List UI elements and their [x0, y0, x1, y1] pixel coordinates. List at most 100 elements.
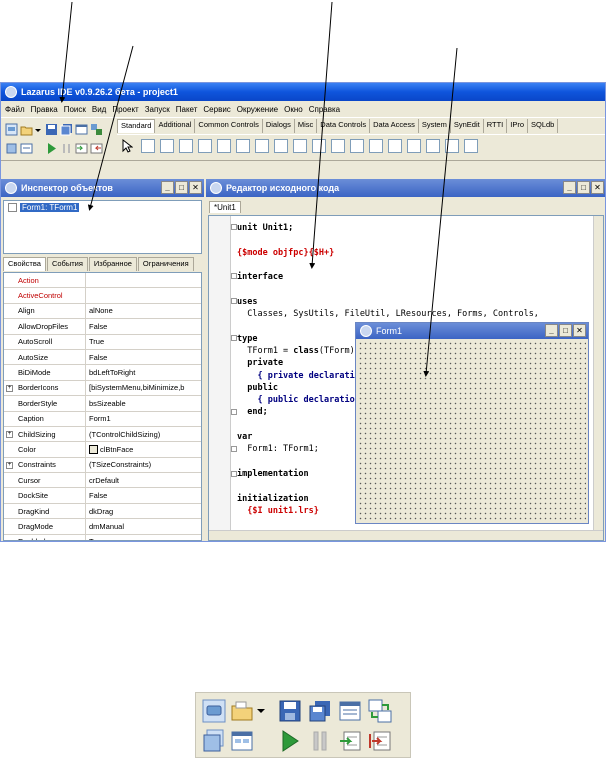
view-units-icon[interactable]: [202, 729, 226, 753]
menu-window[interactable]: Окно: [284, 105, 303, 114]
open-folder-icon[interactable]: [230, 699, 254, 723]
expand-icon[interactable]: +: [6, 461, 13, 469]
minimize-icon[interactable]: _: [161, 181, 174, 194]
property-value[interactable]: False: [86, 491, 201, 500]
tab-favorites[interactable]: Избранное: [88, 257, 137, 271]
fold-marker-icon[interactable]: [231, 273, 237, 279]
fold-marker-icon[interactable]: [231, 471, 237, 477]
expand-icon[interactable]: +: [6, 384, 13, 392]
menu-tools[interactable]: Сервис: [203, 105, 230, 114]
property-value[interactable]: alNone: [86, 306, 201, 315]
check-group-component-icon[interactable]: [407, 138, 421, 153]
menu-project[interactable]: Проект: [112, 105, 138, 114]
property-row[interactable]: EnabledTrue: [4, 534, 201, 540]
maximize-icon[interactable]: □: [577, 181, 590, 194]
property-row[interactable]: Caption Form1: [4, 411, 201, 427]
fold-marker-icon[interactable]: [231, 446, 237, 452]
pause-icon[interactable]: [60, 142, 73, 155]
new-unit-icon[interactable]: [5, 123, 18, 136]
save-all-icon[interactable]: [60, 123, 73, 136]
property-row[interactable]: BiDiMode bdLeftToRight: [4, 365, 201, 381]
close-icon[interactable]: ✕: [573, 324, 586, 337]
step-into-icon[interactable]: [75, 142, 88, 155]
frame-component-icon[interactable]: [445, 138, 459, 153]
menu-package[interactable]: Пакет: [176, 105, 198, 114]
save-icon[interactable]: [278, 699, 302, 723]
pause-icon[interactable]: [308, 729, 332, 753]
property-value[interactable]: [biSystemMenu,biMinimize,b: [86, 383, 201, 392]
property-row[interactable]: AllowDropFiles False: [4, 319, 201, 335]
expand-icon[interactable]: +: [6, 430, 13, 438]
open-dropdown-icon[interactable]: [35, 123, 41, 136]
fold-marker-icon[interactable]: [231, 335, 237, 341]
property-value[interactable]: dmManual: [86, 522, 201, 531]
property-row[interactable]: BorderStyle bsSizeable: [4, 396, 201, 412]
property-row[interactable]: DragKind dkDrag: [4, 503, 201, 520]
button-component-icon[interactable]: [179, 138, 193, 153]
view-forms-icon[interactable]: [20, 142, 33, 155]
property-row[interactable]: + Constraints (TSizeConstraints): [4, 457, 201, 474]
editor-title-bar[interactable]: Редактор исходного кода _ □ ✕: [206, 179, 605, 197]
tab-synedit[interactable]: SynEdit: [451, 119, 484, 133]
tab-additional[interactable]: Additional: [155, 119, 196, 133]
memo-component-icon[interactable]: [236, 138, 250, 153]
combo-box-component-icon[interactable]: [331, 138, 345, 153]
menu-file[interactable]: Файл: [5, 105, 25, 114]
property-value[interactable]: False: [86, 322, 201, 331]
radio-button-component-icon[interactable]: [293, 138, 307, 153]
toggle-box-component-icon[interactable]: [255, 138, 269, 153]
property-value[interactable]: (TSizeConstraints): [86, 460, 201, 469]
tab-ipro[interactable]: IPro: [507, 119, 528, 133]
property-value[interactable]: False: [86, 353, 201, 362]
new-form-icon[interactable]: [75, 123, 88, 136]
property-value[interactable]: True: [86, 537, 201, 540]
property-row[interactable]: DragMode dmManual: [4, 519, 201, 535]
pointer-icon[interactable]: [121, 138, 133, 153]
property-value[interactable]: Form1: [86, 414, 201, 423]
checkbox-component-icon[interactable]: [274, 138, 288, 153]
tab-data-access[interactable]: Data Access: [370, 119, 419, 133]
tab-dialogs[interactable]: Dialogs: [263, 119, 295, 133]
new-form-icon[interactable]: [338, 699, 362, 723]
form-title-bar[interactable]: Form1 _ □ ✕: [356, 323, 588, 339]
menu-search[interactable]: Поиск: [64, 105, 86, 114]
fold-marker-icon[interactable]: [231, 298, 237, 304]
tab-common-controls[interactable]: Common Controls: [195, 119, 263, 133]
property-row[interactable]: + ChildSizing (TControlChildSizing): [4, 426, 201, 443]
property-row[interactable]: Align alNone: [4, 303, 201, 320]
property-row[interactable]: + BorderIcons [biSystemMenu,biMinimize,b: [4, 380, 201, 397]
property-value[interactable]: (TControlChildSizing): [86, 430, 201, 439]
property-value[interactable]: crDefault: [86, 476, 201, 485]
toggle-form-unit-icon[interactable]: [90, 123, 103, 136]
close-icon[interactable]: ✕: [189, 181, 202, 194]
minimize-icon[interactable]: _: [563, 181, 576, 194]
toggle-form-unit-icon[interactable]: [368, 699, 392, 723]
step-into-icon[interactable]: [338, 729, 362, 753]
editor-horizontal-scrollbar[interactable]: [209, 530, 603, 540]
group-box-component-icon[interactable]: [369, 138, 383, 153]
tab-properties[interactable]: Свойства: [3, 257, 46, 271]
step-over-icon[interactable]: [90, 142, 103, 155]
menu-view[interactable]: Вид: [92, 105, 106, 114]
view-units-icon[interactable]: [5, 142, 18, 155]
form-design-surface[interactable]: [358, 341, 586, 521]
tab-events[interactable]: События: [46, 257, 88, 271]
maximize-icon[interactable]: □: [175, 181, 188, 194]
property-row[interactable]: AutoScroll True: [4, 334, 201, 350]
property-row[interactable]: AutoSize False: [4, 349, 201, 366]
fold-marker-icon[interactable]: [231, 224, 237, 230]
open-folder-icon[interactable]: [20, 123, 33, 136]
property-value[interactable]: bsSizeable: [86, 399, 201, 408]
fold-marker-icon[interactable]: [231, 409, 237, 415]
view-forms-icon[interactable]: [230, 729, 254, 753]
step-over-icon[interactable]: [368, 729, 392, 753]
scroll-bar-component-icon[interactable]: [350, 138, 364, 153]
property-row[interactable]: ActiveControl: [4, 288, 201, 304]
property-row[interactable]: Action: [4, 273, 201, 289]
popup-menu-component-icon[interactable]: [160, 138, 174, 153]
tab-misc[interactable]: Misc: [295, 119, 318, 133]
main-menu-component-icon[interactable]: [141, 138, 155, 153]
close-icon[interactable]: ✕: [591, 181, 604, 194]
open-dropdown-icon[interactable]: [256, 699, 266, 723]
property-value[interactable]: dkDrag: [86, 507, 201, 516]
